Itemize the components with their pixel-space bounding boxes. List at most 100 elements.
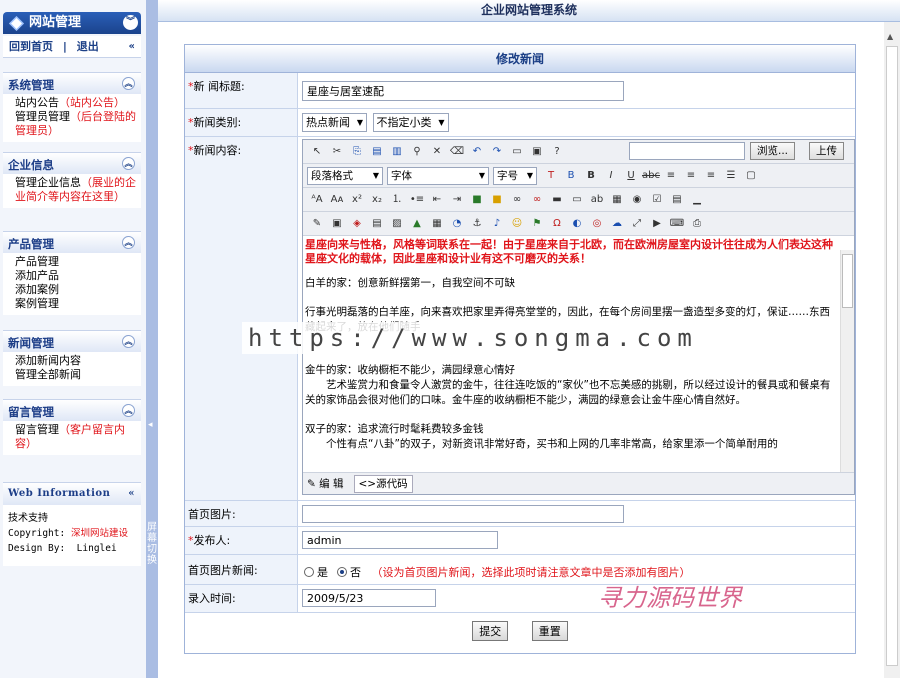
mode-source-tab[interactable]: <>源代码 — [353, 474, 413, 493]
outdent-icon[interactable]: ⇤ — [427, 191, 447, 209]
code-icon[interactable]: ⌨ — [667, 215, 687, 233]
fullscreen-icon[interactable]: ⤢ — [627, 215, 647, 233]
sidebar-item-add-news[interactable]: 添加新闻内容 — [15, 354, 141, 368]
print-icon[interactable]: ⎙ — [687, 215, 707, 233]
justify-icon[interactable]: ☰ — [721, 167, 741, 185]
group-title-system[interactable]: 系统管理 — [8, 78, 54, 92]
chevron-up-icon[interactable]: ︽ — [122, 236, 135, 249]
browse-button[interactable]: 浏览... — [750, 142, 796, 160]
bold-icon[interactable]: B — [581, 167, 601, 185]
chevron-left-icon[interactable]: « — [129, 36, 135, 58]
copyright-link[interactable]: 深圳网站建设 — [71, 528, 128, 539]
upload-path-input[interactable] — [629, 142, 745, 160]
image-news-no-radio[interactable] — [337, 567, 347, 577]
remove-format-icon[interactable]: ✎ — [307, 215, 327, 233]
color-block-icon[interactable]: ■ — [467, 191, 487, 209]
file-icon[interactable]: ▨ — [387, 215, 407, 233]
page-scrollbar[interactable]: ▲ — [884, 22, 900, 678]
sidebar-item-company-info[interactable]: 管理企业信息（展业的企业简介等内容在这里） — [15, 176, 141, 204]
calendar-icon[interactable]: ◐ — [567, 215, 587, 233]
select-all-icon[interactable]: ▭ — [507, 143, 527, 161]
sidebar-item-product-manage[interactable]: 产品管理 — [15, 255, 141, 269]
underline-icon[interactable]: U — [621, 167, 641, 185]
triangle-left-icon[interactable]: ◂ — [148, 420, 153, 430]
chevron-up-icon[interactable]: ︽ — [122, 157, 135, 170]
superscript-icon[interactable]: x² — [347, 191, 367, 209]
publisher-input[interactable] — [302, 531, 498, 549]
image-icon[interactable]: ▣ — [327, 215, 347, 233]
symbol-icon[interactable]: ◎ — [587, 215, 607, 233]
undo-icon[interactable]: ↶ — [467, 143, 487, 161]
mode-edit-tab[interactable]: ✎ 编 辑 — [307, 476, 344, 491]
submit-button[interactable]: 提交 — [472, 621, 509, 641]
redo-icon[interactable]: ↷ — [487, 143, 507, 161]
group-title-products[interactable]: 产品管理 — [8, 237, 54, 251]
highlight-icon[interactable]: B — [561, 167, 581, 185]
marquee-icon[interactable]: ▭ — [567, 191, 587, 209]
preview-icon[interactable]: ▶ — [647, 215, 667, 233]
font-size-select[interactable]: 字号 ▼ — [493, 166, 537, 185]
image-news-no-label[interactable]: 否 — [350, 566, 361, 579]
map-icon[interactable]: ⚑ — [527, 215, 547, 233]
editor-content[interactable]: 星座向来与性格，风格等词联系在一起！由于星座来自于北欧，而在欧洲房屋室内设计往往… — [303, 236, 854, 472]
anchor-icon[interactable]: ⚓ — [467, 215, 487, 233]
link-icon[interactable]: ∞ — [507, 191, 527, 209]
special-char-icon[interactable]: Ω — [547, 215, 567, 233]
sidebar-item-case-manage[interactable]: 案例管理 — [15, 297, 141, 311]
title-input[interactable] — [302, 81, 624, 101]
group-title-company[interactable]: 企业信息 — [8, 158, 54, 172]
collapse-all-icon[interactable]: ︾ — [123, 15, 138, 30]
strikethrough-icon[interactable]: abc — [641, 167, 661, 185]
sidebar-item-messages[interactable]: 留言管理（客户留言内容） — [15, 423, 141, 451]
italic-icon[interactable]: I — [601, 167, 621, 185]
eraser-icon[interactable]: ⌫ — [447, 143, 467, 161]
cloud-icon[interactable]: ☁ — [607, 215, 627, 233]
table-icon[interactable]: ▦ — [427, 215, 447, 233]
scroll-up-icon[interactable]: ▲ — [887, 32, 893, 41]
pointer-icon[interactable]: ↖ — [307, 143, 327, 161]
radio-icon[interactable]: ◉ — [627, 191, 647, 209]
sidebar-item-add-case[interactable]: 添加案例 — [15, 283, 141, 297]
category-select[interactable]: 热点新闻 ▼ — [302, 113, 367, 132]
find-icon[interactable]: ⚲ — [407, 143, 427, 161]
bullet-list-icon[interactable]: •≡ — [407, 191, 427, 209]
cut-icon[interactable]: ✂ — [327, 143, 347, 161]
paste-text-icon[interactable]: ▥ — [387, 143, 407, 161]
pie-icon[interactable]: ◔ — [447, 215, 467, 233]
group-title-messages[interactable]: 留言管理 — [8, 405, 54, 419]
upload-icon[interactable]: ▲ — [407, 215, 427, 233]
time-input[interactable] — [302, 589, 436, 607]
indent-icon[interactable]: ⇥ — [447, 191, 467, 209]
numbered-list-icon[interactable]: ⒈ — [387, 191, 407, 209]
textarea-icon[interactable]: ▦ — [607, 191, 627, 209]
image-news-yes-radio[interactable] — [304, 567, 314, 577]
editor-scrollbar[interactable] — [840, 250, 854, 472]
reset-button[interactable]: 重置 — [531, 621, 568, 641]
sidebar-item-announcement[interactable]: 站内公告（站内公告） — [15, 96, 141, 110]
emoticon-icon[interactable]: ☺ — [507, 215, 527, 233]
subscript-icon[interactable]: x₂ — [367, 191, 387, 209]
border-icon[interactable]: ▢ — [741, 167, 761, 185]
music-icon[interactable]: ♪ — [487, 215, 507, 233]
checkbox-icon[interactable]: ☑ — [647, 191, 667, 209]
form-icon[interactable]: ab — [587, 191, 607, 209]
help-icon[interactable]: ? — [547, 143, 567, 161]
scroll-thumb[interactable] — [886, 46, 898, 666]
image-news-yes-label[interactable]: 是 — [317, 566, 328, 579]
delete-icon[interactable]: ✕ — [427, 143, 447, 161]
sidebar-item-add-product[interactable]: 添加产品 — [15, 269, 141, 283]
sidebar-item-admins[interactable]: 管理员管理（后台登陆的管理员） — [15, 110, 141, 138]
sidebar-item-manage-news[interactable]: 管理全部新闻 — [15, 368, 141, 382]
listbox-icon[interactable]: ▤ — [667, 191, 687, 209]
chevron-up-icon[interactable]: ︽ — [122, 77, 135, 90]
align-center-icon[interactable]: ≡ — [681, 167, 701, 185]
chevron-up-icon[interactable]: ︽ — [122, 404, 135, 417]
copy-icon[interactable]: ⎘ — [347, 143, 367, 161]
subscript-a-icon[interactable]: Aᴀ — [327, 191, 347, 209]
group-title-news[interactable]: 新闻管理 — [8, 336, 54, 350]
superscript-a-icon[interactable]: ᴬA — [307, 191, 327, 209]
image-input[interactable] — [302, 505, 624, 523]
bg-color-icon[interactable]: ■ — [487, 191, 507, 209]
flash-icon[interactable]: ◈ — [347, 215, 367, 233]
unlink-icon[interactable]: ∞ — [527, 191, 547, 209]
